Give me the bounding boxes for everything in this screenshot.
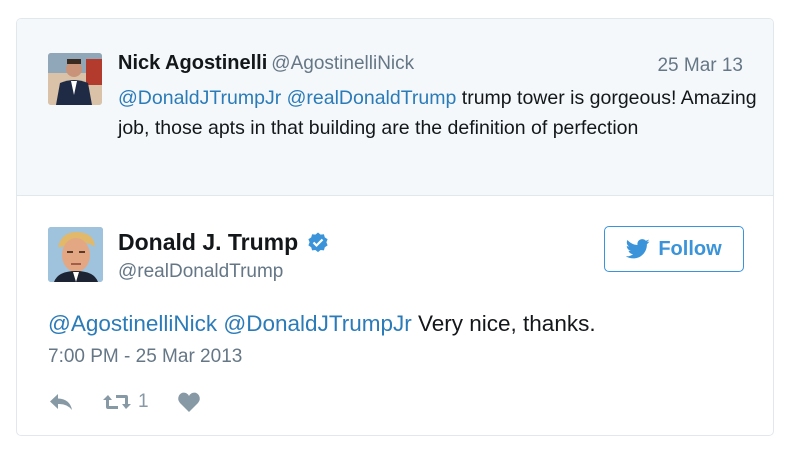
follow-label: Follow bbox=[658, 237, 722, 260]
avatar[interactable] bbox=[48, 53, 102, 105]
reply-button[interactable] bbox=[48, 391, 74, 413]
in-reply-to-tweet[interactable]: Nick Agostinelli @AgostinelliNick 25 Mar … bbox=[17, 19, 773, 196]
reply-author-name[interactable]: Nick Agostinelli bbox=[118, 52, 267, 74]
tweet-body: Very nice, thanks. bbox=[411, 311, 596, 336]
tweet-author-handle[interactable]: @realDonaldTrump bbox=[118, 261, 283, 283]
avatar[interactable] bbox=[48, 227, 103, 282]
follow-button[interactable]: Follow bbox=[604, 226, 744, 272]
verified-badge-icon bbox=[306, 231, 330, 255]
like-button[interactable] bbox=[177, 391, 201, 413]
reply-date[interactable]: 25 Mar 13 bbox=[657, 55, 743, 77]
tweet-author-name[interactable]: Donald J. Trump bbox=[118, 229, 298, 256]
tweet-text: @AgostinelliNick @DonaldJTrumpJr Very ni… bbox=[48, 309, 596, 339]
heart-icon bbox=[177, 392, 200, 412]
retweet-button[interactable]: 1 bbox=[102, 391, 149, 413]
mention-link[interactable]: @AgostinelliNick bbox=[48, 311, 217, 336]
embedded-tweet-card: Nick Agostinelli @AgostinelliNick 25 Mar … bbox=[16, 18, 774, 436]
tweet-actions: 1 bbox=[48, 389, 201, 415]
reply-author[interactable]: Nick Agostinelli @AgostinelliNick bbox=[118, 52, 414, 75]
retweet-icon bbox=[103, 395, 131, 409]
mention-link[interactable]: @DonaldJTrumpJr bbox=[118, 87, 281, 109]
reply-text: @DonaldJTrumpJr @realDonaldTrump trump t… bbox=[118, 83, 758, 143]
reply-icon bbox=[50, 394, 72, 410]
tweet-author[interactable]: Donald J. Trump bbox=[118, 229, 330, 256]
twitter-bird-icon bbox=[626, 239, 650, 259]
reply-author-handle[interactable]: @AgostinelliNick bbox=[271, 53, 414, 74]
tweet-timestamp[interactable]: 7:00 PM - 25 Mar 2013 bbox=[48, 346, 242, 368]
retweet-count: 1 bbox=[138, 391, 149, 412]
mention-link[interactable]: @realDonaldTrump bbox=[287, 87, 457, 109]
mention-link[interactable]: @DonaldJTrumpJr bbox=[223, 311, 411, 336]
